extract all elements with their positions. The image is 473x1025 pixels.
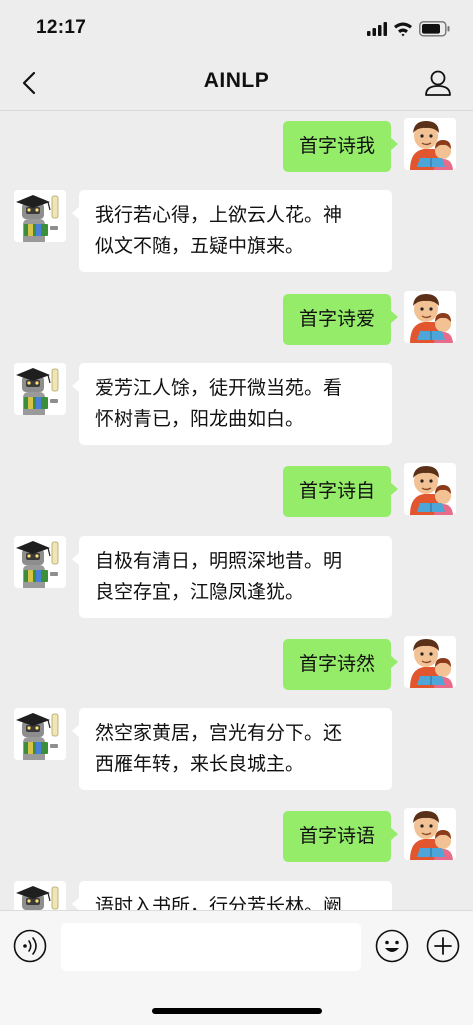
message-line: 语时入书所，行分芳长林。阙 — [95, 895, 343, 910]
nav-bar: AINLP — [0, 56, 473, 111]
person-icon[interactable] — [423, 68, 453, 98]
incoming-bubble[interactable]: 自极有清日，明照深地昔。明 良空存宜，江隐凤逢犹。 — [72, 536, 392, 618]
home-indicator — [152, 1008, 322, 1014]
message-line: 怀树青已，阳龙曲如白。 — [95, 408, 305, 430]
outgoing-bubble[interactable]: 首字诗自 — [282, 466, 399, 517]
incoming-message: 然空家黄居，宫光有分下。还 西雁年转，来长良城主。 — [0, 708, 473, 790]
input-bar — [0, 910, 473, 1025]
incoming-bubble[interactable]: 语时入书所，行分芳长林。阙 — [72, 881, 392, 910]
incoming-message: 自极有清日，明照深地昔。明 良空存宜，江隐凤逢犹。 — [0, 536, 473, 618]
outgoing-bubble[interactable]: 首字诗我 — [282, 121, 399, 172]
message-input[interactable] — [61, 923, 361, 971]
plus-icon[interactable] — [426, 929, 460, 963]
outgoing-bubble[interactable]: 首字诗然 — [282, 639, 399, 690]
message-line: 我行若心得，上欲云人花。神 — [95, 204, 343, 226]
user-avatar[interactable] — [404, 808, 456, 860]
user-avatar[interactable] — [404, 463, 456, 515]
incoming-bubble[interactable]: 我行若心得，上欲云人花。神 似文不随，五疑中旗来。 — [72, 190, 392, 272]
bot-avatar[interactable] — [14, 708, 66, 760]
bot-avatar[interactable] — [14, 190, 66, 242]
outgoing-bubble[interactable]: 首字诗爱 — [282, 294, 399, 345]
status-time: 12:17 — [36, 17, 87, 38]
message-line: 自极有清日，明照深地昔。明 — [95, 550, 343, 572]
message-line: 爱芳江人馀，徒开微当苑。看 — [95, 377, 343, 399]
user-avatar[interactable] — [404, 636, 456, 688]
outgoing-message: 首字诗爱 — [0, 291, 473, 347]
message-line: 似文不随，五疑中旗来。 — [95, 235, 305, 257]
emoji-icon[interactable] — [375, 929, 409, 963]
outgoing-message: 首字诗然 — [0, 636, 473, 692]
message-list[interactable]: 首字诗我 我行若心得，上欲云人花。神 似文不随，五疑中旗来。 首字诗爱 爱芳江人… — [0, 111, 473, 910]
message-line: 然空家黄居，宫光有分下。还 — [95, 722, 343, 744]
incoming-message: 爱芳江人馀，徒开微当苑。看 怀树青已，阳龙曲如白。 — [0, 363, 473, 445]
bot-avatar[interactable] — [14, 536, 66, 588]
outgoing-message: 首字诗我 — [0, 118, 473, 174]
status-icons — [367, 21, 450, 37]
wifi-icon — [394, 22, 412, 37]
message-line: 西雁年转，来长良城主。 — [95, 753, 305, 775]
bot-avatar[interactable] — [14, 363, 66, 415]
user-avatar[interactable] — [404, 291, 456, 343]
user-avatar[interactable] — [404, 118, 456, 170]
outgoing-bubble[interactable]: 首字诗语 — [282, 811, 399, 862]
signal-icon — [367, 22, 387, 36]
voice-icon[interactable] — [13, 929, 47, 963]
chat-title: AINLP — [203, 69, 270, 92]
incoming-bubble[interactable]: 然空家黄居，宫光有分下。还 西雁年转，来长良城主。 — [72, 708, 392, 790]
status-bar: 12:17 — [0, 0, 473, 56]
outgoing-message: 首字诗自 — [0, 463, 473, 519]
bot-avatar[interactable] — [14, 881, 66, 910]
incoming-bubble[interactable]: 爱芳江人馀，徒开微当苑。看 怀树青已，阳龙曲如白。 — [72, 363, 392, 445]
message-line: 良空存宜，江隐凤逢犹。 — [95, 581, 305, 603]
battery-icon — [419, 21, 450, 37]
incoming-message: 语时入书所，行分芳长林。阙 — [0, 881, 473, 910]
incoming-message: 我行若心得，上欲云人花。神 似文不随，五疑中旗来。 — [0, 190, 473, 272]
outgoing-message: 首字诗语 — [0, 808, 473, 864]
